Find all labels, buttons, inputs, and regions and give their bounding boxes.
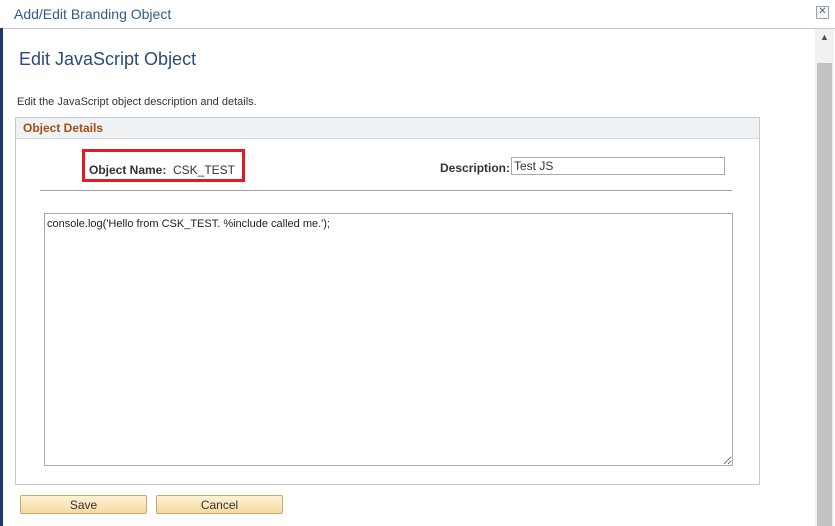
object-name-label: Object Name: [89, 163, 167, 177]
window-left-edge [0, 28, 3, 526]
save-button[interactable]: Save [20, 495, 147, 514]
description-label: Description: [440, 161, 511, 175]
page-instructions: Edit the JavaScript object description a… [17, 96, 257, 108]
group-header: Object Details [16, 118, 759, 139]
scrollbar-thumb[interactable] [817, 63, 832, 526]
cancel-button[interactable]: Cancel [156, 495, 283, 514]
scroll-up-icon[interactable]: ▲ [815, 29, 834, 46]
close-icon[interactable]: ✕ [816, 6, 829, 19]
dialog-titlebar: Add/Edit Branding Object ✕ [0, 0, 835, 29]
object-name-value: CSK_TEST [173, 163, 236, 177]
javascript-editor[interactable]: console.log('Hello from CSK_TEST. %inclu… [44, 213, 733, 466]
vertical-scrollbar[interactable]: ▲ [815, 29, 834, 526]
dialog-title: Add/Edit Branding Object [14, 6, 172, 22]
description-field[interactable] [511, 157, 725, 175]
section-divider [40, 190, 732, 191]
group-title: Object Details [23, 121, 104, 135]
page-title: Edit JavaScript Object [19, 49, 197, 69]
